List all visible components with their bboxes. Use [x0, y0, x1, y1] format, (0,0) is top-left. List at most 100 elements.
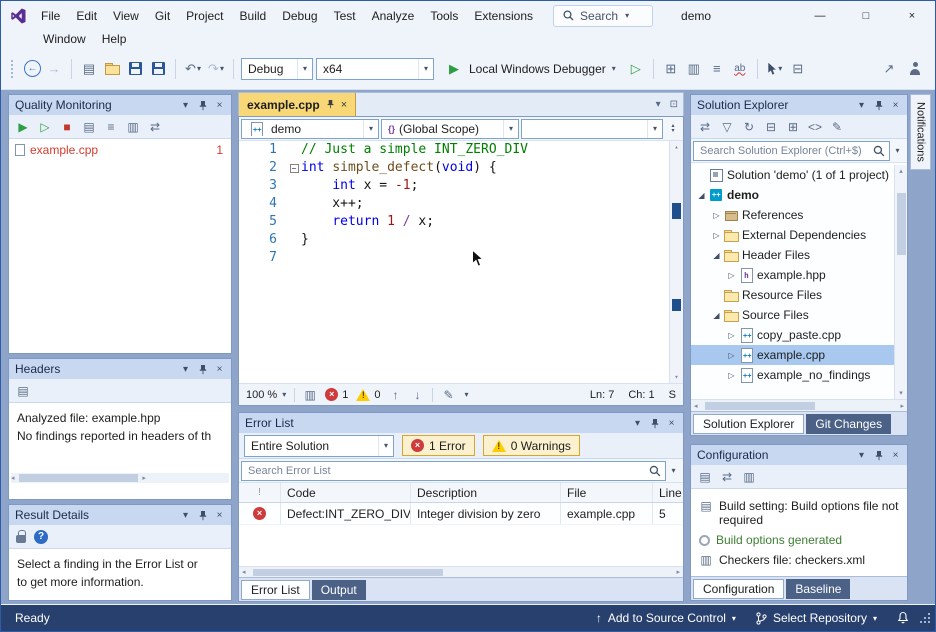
lock-icon[interactable]: [16, 535, 26, 543]
titlebar-search-box[interactable]: Search ▾: [553, 5, 653, 27]
call-hierarchy-icon[interactable]: ≡: [707, 58, 727, 80]
code-text[interactable]: // Just a simple INT_ZERO_DIV: [301, 141, 528, 159]
horizontal-scrollbar[interactable]: ◂ ▸: [11, 473, 229, 483]
tab-solution-explorer[interactable]: Solution Explorer: [693, 414, 804, 434]
add-to-source-control-button[interactable]: ↑ Add to Source Control ▾: [586, 605, 746, 631]
code-area[interactable]: 1// Just a simple INT_ZERO_DIV2−int simp…: [239, 141, 683, 383]
code-cleanup-icon[interactable]: ✎: [441, 388, 455, 402]
window-position-icon[interactable]: ▾: [177, 507, 194, 523]
horizontal-scrollbar[interactable]: ◂ ▸: [691, 399, 907, 411]
tree-closed-arrow-icon[interactable]: ▷: [725, 331, 738, 340]
menu-project[interactable]: Project: [178, 6, 231, 26]
tree-item[interactable]: ▷References: [691, 205, 907, 225]
tree-item[interactable]: ▷External Dependencies: [691, 225, 907, 245]
close-icon[interactable]: ×: [663, 415, 680, 431]
tree-closed-arrow-icon[interactable]: ▷: [725, 351, 738, 360]
code-text[interactable]: int simple_defect(void) {: [301, 159, 497, 177]
error-scope-select[interactable]: Entire Solution ▾: [244, 435, 394, 457]
member-dropdown[interactable]: ▾: [521, 119, 663, 139]
export-configuration-icon[interactable]: ▥: [742, 470, 756, 484]
menu-tools[interactable]: Tools: [422, 6, 466, 26]
pin-icon[interactable]: [194, 97, 211, 113]
horizontal-scrollbar[interactable]: ◂ ▸: [239, 566, 683, 577]
menu-window[interactable]: Window: [35, 29, 94, 49]
open-folder-icon[interactable]: [102, 58, 122, 80]
scrollbar-thumb[interactable]: [897, 193, 906, 255]
tree-open-arrow-icon[interactable]: ◢: [695, 191, 708, 200]
menu-debug[interactable]: Debug: [274, 6, 325, 26]
scrollbar-thumb[interactable]: [19, 474, 139, 482]
menu-help[interactable]: Help: [94, 29, 135, 49]
tree-item[interactable]: ◢Source Files: [691, 305, 907, 325]
toolbar-grip[interactable]: [11, 60, 16, 78]
editor-vertical-scrollbar[interactable]: ▴ ▾: [669, 141, 683, 383]
share-icon[interactable]: ↗: [879, 58, 899, 80]
pin-icon[interactable]: [194, 361, 211, 377]
maximize-button[interactable]: □: [843, 1, 889, 30]
tree-closed-arrow-icon[interactable]: ▷: [725, 271, 738, 280]
file-column-header[interactable]: File: [561, 483, 653, 502]
pin-icon[interactable]: [870, 447, 887, 463]
tree-open-arrow-icon[interactable]: ◢: [710, 251, 723, 260]
tree-closed-arrow-icon[interactable]: ▷: [710, 231, 723, 240]
previous-issue-icon[interactable]: ↑: [388, 388, 402, 402]
scroll-down-icon[interactable]: ▾: [895, 389, 907, 397]
attach-to-process-icon[interactable]: ⊞: [661, 58, 681, 80]
minimize-button[interactable]: —: [797, 1, 843, 30]
scroll-left-icon[interactable]: ◂: [694, 402, 698, 410]
tab-output[interactable]: Output: [312, 580, 366, 600]
stop-analysis-icon[interactable]: ■: [60, 120, 74, 134]
solution-configuration-select[interactable]: Debug ▾: [241, 58, 313, 80]
import-results-icon[interactable]: ▥: [126, 120, 140, 134]
active-files-dropdown-icon[interactable]: ▾: [656, 99, 661, 110]
scroll-right-icon[interactable]: ▸: [142, 474, 146, 482]
navigate-forward-button[interactable]: →: [44, 58, 64, 80]
close-icon[interactable]: ×: [211, 97, 228, 113]
menu-edit[interactable]: Edit: [68, 6, 105, 26]
feedback-account-icon[interactable]: [905, 58, 925, 80]
tab-pin-icon[interactable]: [326, 98, 335, 112]
navigate-back-button[interactable]: ←: [24, 60, 41, 77]
code-text[interactable]: x++;: [301, 195, 364, 213]
window-position-icon[interactable]: ▾: [629, 415, 646, 431]
scrollbar-thumb[interactable]: [705, 402, 815, 410]
error-list-search-input[interactable]: [242, 465, 665, 477]
undo-button[interactable]: ↶▾: [183, 58, 203, 80]
duplicate-results-icon[interactable]: ▤: [82, 120, 96, 134]
redo-button[interactable]: ↷▾: [206, 58, 226, 80]
tree-closed-arrow-icon[interactable]: ▷: [710, 211, 723, 220]
help-icon[interactable]: ?: [34, 530, 48, 544]
editor-warning-count[interactable]: 0: [356, 389, 380, 401]
select-repository-button[interactable]: Select Repository ▾: [746, 605, 887, 631]
refresh-icon[interactable]: ↻: [742, 120, 756, 134]
new-file-icon[interactable]: ▤: [79, 58, 99, 80]
pin-icon[interactable]: [870, 97, 887, 113]
scroll-right-icon[interactable]: ▸: [900, 402, 904, 410]
scroll-down-icon[interactable]: ▾: [670, 373, 683, 381]
start-debugging-button[interactable]: ▶ Local Windows Debugger ▾: [437, 57, 623, 81]
sync-with-active-document-icon[interactable]: ⇄: [698, 120, 712, 134]
tree-item[interactable]: Resource Files: [691, 285, 907, 305]
description-column-header[interactable]: Description: [411, 483, 561, 502]
tree-item[interactable]: ▷example.cpp: [691, 345, 907, 365]
spell-check-icon[interactable]: ab: [730, 58, 750, 80]
next-issue-icon[interactable]: ↓: [410, 388, 424, 402]
window-position-icon[interactable]: ▾: [853, 447, 870, 463]
tab-baseline[interactable]: Baseline: [786, 579, 850, 599]
split-window-icon[interactable]: ▴▾: [665, 124, 681, 134]
warnings-filter-button[interactable]: 0 Warnings: [483, 435, 580, 456]
sync-configuration-icon[interactable]: ⇄: [720, 470, 734, 484]
collapse-all-icon[interactable]: ⊟: [764, 120, 778, 134]
code-text[interactable]: }: [301, 231, 309, 249]
tree-item[interactable]: Solution 'demo' (1 of 1 project): [691, 165, 907, 185]
close-icon[interactable]: ×: [211, 361, 228, 377]
start-without-debugging-button[interactable]: ▷: [626, 58, 646, 80]
search-options-icon[interactable]: ▾: [890, 141, 905, 161]
resize-grip[interactable]: [919, 610, 933, 626]
tree-item[interactable]: ▷example.hpp: [691, 265, 907, 285]
line-column-header[interactable]: Line: [653, 483, 683, 502]
scroll-up-icon[interactable]: ▴: [895, 167, 907, 175]
severity-column-header[interactable]: !: [239, 483, 281, 502]
health-indicator-icon[interactable]: ▥: [303, 388, 317, 402]
menu-view[interactable]: View: [105, 6, 147, 26]
